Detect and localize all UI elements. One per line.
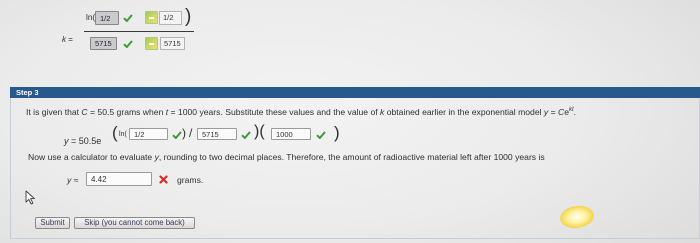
instruction-period: . xyxy=(573,107,577,117)
numerator-input xyxy=(95,11,119,25)
equation-lhs: y = 50.5 e xyxy=(64,137,101,146)
time-input[interactable] xyxy=(271,128,311,140)
check-icon xyxy=(172,131,182,139)
instruction-text: = 50.5 grams when xyxy=(87,107,166,117)
instruction-text: = 1000 years. Substitute these values an… xyxy=(168,107,381,117)
submit-button[interactable]: Submit xyxy=(35,217,70,229)
ln-label: ln( xyxy=(119,131,127,138)
check-icon xyxy=(316,131,326,139)
denominator-input xyxy=(90,37,117,50)
instruction-text: , rounding to two decimal places. Theref… xyxy=(158,152,545,162)
step-title: Step 3 xyxy=(16,88,39,97)
check-icon xyxy=(123,14,133,22)
equation-exponent: ( ln( ) / )( ) xyxy=(0,0,340,142)
open-paren: ( xyxy=(112,123,118,142)
exponent-kt: kt xyxy=(569,107,574,113)
check-icon xyxy=(123,40,133,48)
close-ln-paren: ) xyxy=(182,126,186,140)
mouse-pointer-icon xyxy=(25,190,35,205)
instruction-text: obtained earlier in the exponential mode… xyxy=(384,107,544,117)
instruction-text: It is given that xyxy=(26,107,82,117)
equation-rhs: = 50.5 xyxy=(68,136,97,146)
denominator-correct-answer: 5715 xyxy=(160,37,185,50)
k-label: k = xyxy=(62,36,73,44)
half-life-input[interactable] xyxy=(197,128,237,140)
step-header: Step 3 xyxy=(10,87,700,98)
skip-button[interactable]: Skip (you cannot come back) xyxy=(74,217,195,229)
numerator-correct-answer: 1/2 xyxy=(159,11,182,25)
middle-parens: )( xyxy=(254,123,265,140)
answer-key-icon[interactable] xyxy=(145,37,158,50)
close-paren: ) xyxy=(185,6,192,27)
ln-argument-input[interactable] xyxy=(129,128,168,140)
fraction-bar xyxy=(84,31,194,32)
approx-sign: ≈ xyxy=(71,175,79,185)
equals-sign: = xyxy=(66,35,73,44)
euler-e: e xyxy=(96,136,102,146)
result-label: y ≈ xyxy=(67,176,78,185)
answer-key-icon[interactable] xyxy=(145,11,158,24)
result-answer-input[interactable] xyxy=(86,172,152,186)
close-paren: ) xyxy=(334,123,340,142)
step-instruction: It is given that C = 50.5 grams when t =… xyxy=(26,107,577,117)
divide-sign: / xyxy=(189,126,193,140)
previous-step-k-expression: k = ln( 1/2 ) 5715 xyxy=(0,0,200,56)
instruction-text: Now use a calculator to evaluate xyxy=(28,152,155,162)
result-unit: grams. xyxy=(177,175,204,185)
cross-icon xyxy=(159,175,168,184)
ln-label: ln( xyxy=(86,13,96,22)
instruction-text: = xyxy=(548,107,558,117)
evaluate-instruction: Now use a calculator to evaluate y , rou… xyxy=(28,153,545,162)
check-icon xyxy=(241,131,251,139)
